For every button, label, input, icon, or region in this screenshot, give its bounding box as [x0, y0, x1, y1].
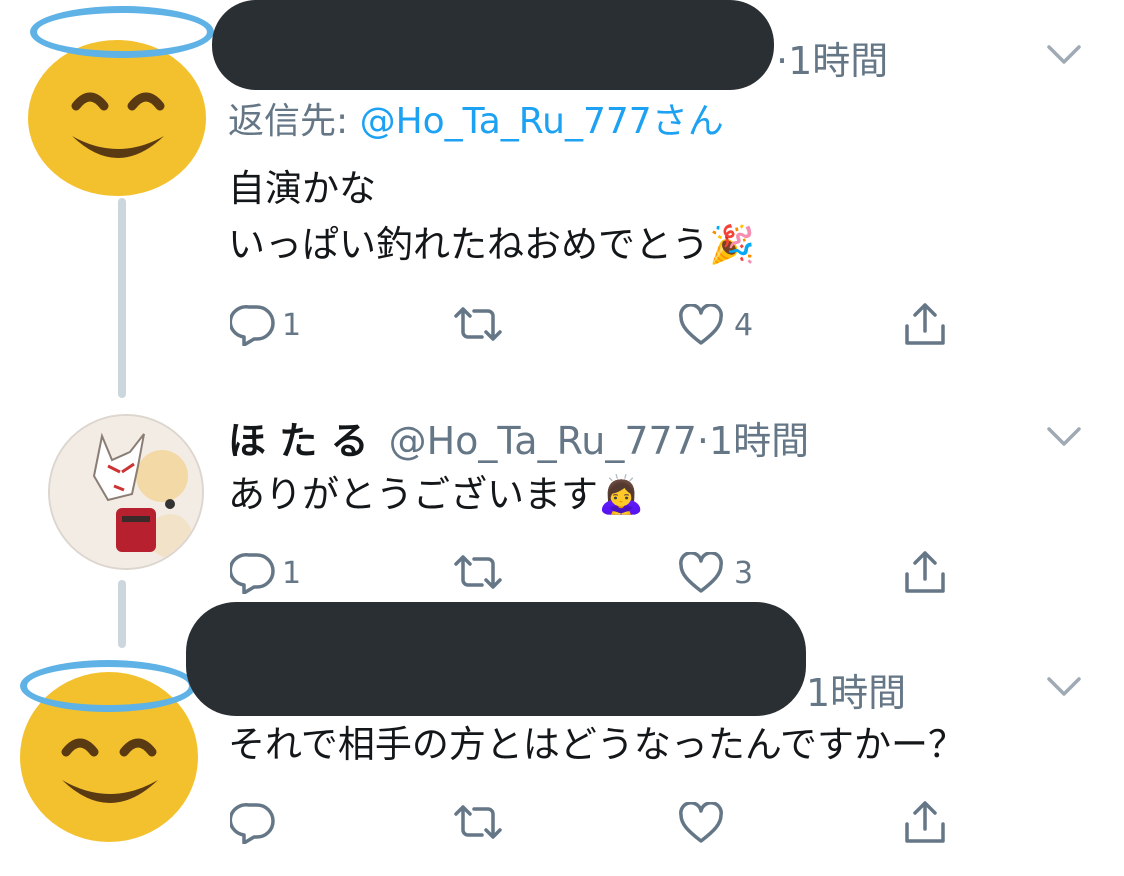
share-icon: [905, 801, 945, 843]
reply-icon: [230, 553, 275, 594]
reply-count: 1: [282, 307, 302, 343]
tweet-text-line: 自演かな: [228, 167, 376, 210]
tweet-text-line: それで相手の方とはどうなったんですかー？: [228, 723, 966, 766]
reply-to-suffix: さん: [651, 101, 724, 142]
reply-to-handle[interactable]: @Ho_Ta_Ru_777: [360, 101, 652, 142]
avatar[interactable]: [48, 414, 204, 570]
thread-line: [118, 198, 126, 398]
redacted-name: [186, 602, 806, 716]
retweet-icon: [454, 805, 502, 839]
tweet-time: 1時間: [806, 671, 907, 715]
reply-to-prefix: 返信先:: [228, 101, 360, 142]
tweet-text-line: いっぱい釣れたねおめでとう🎉: [228, 223, 756, 266]
share-button[interactable]: [902, 302, 948, 348]
chevron-down-icon[interactable]: [1046, 426, 1082, 452]
tweet-time: ·1時間: [696, 419, 810, 463]
retweet-button[interactable]: [452, 304, 504, 344]
chevron-down-icon[interactable]: [1046, 676, 1082, 702]
fox-mask-character-image: [50, 416, 202, 568]
share-button[interactable]: [902, 800, 948, 846]
share-button[interactable]: [902, 550, 948, 596]
reply-button[interactable]: 1: [230, 304, 301, 346]
retweet-button[interactable]: [452, 802, 504, 842]
thread-line: [118, 580, 126, 648]
retweet-icon: [454, 307, 502, 341]
avatar[interactable]: [28, 40, 206, 196]
halo-icon: [20, 660, 196, 712]
reply-to: 返信先: @Ho_Ta_Ru_777さん: [228, 92, 724, 144]
chevron-down-icon[interactable]: [1046, 44, 1082, 70]
display-name[interactable]: ほ た る: [228, 419, 368, 463]
reply-count: 1: [282, 555, 302, 591]
handle[interactable]: @Ho_Ta_Ru_777: [389, 419, 697, 463]
retweet-button[interactable]: [452, 552, 504, 592]
like-icon: [679, 304, 723, 345]
redacted-name: [212, 0, 774, 90]
retweet-icon: [454, 555, 502, 589]
reply-icon: [230, 305, 275, 346]
like-count: 3: [734, 555, 754, 591]
reply-button[interactable]: [230, 802, 276, 844]
halo-icon: [30, 6, 214, 58]
like-button[interactable]: 3: [678, 552, 753, 594]
tweet-text-line: ありがとうございます🙇‍♀️: [228, 473, 645, 516]
like-icon: [679, 552, 723, 593]
share-icon: [905, 551, 945, 593]
tweet-time: ·1時間: [776, 39, 889, 83]
like-button[interactable]: [678, 802, 724, 844]
like-icon: [679, 802, 723, 843]
reply-button[interactable]: 1: [230, 552, 301, 594]
like-count: 4: [734, 307, 754, 343]
smiling-face-icon: [71, 92, 165, 158]
reply-icon: [230, 803, 275, 844]
like-button[interactable]: 4: [678, 304, 753, 346]
share-icon: [905, 303, 945, 345]
tweet-header: ほ た る @Ho_Ta_Ru_777·1時間: [228, 410, 809, 465]
